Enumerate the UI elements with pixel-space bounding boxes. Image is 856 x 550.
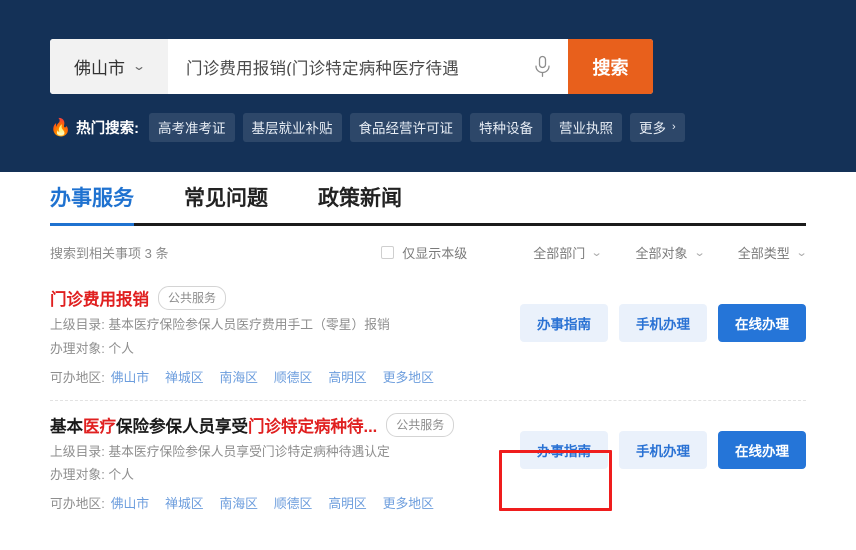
tab-banshi-fuwu[interactable]: 办事服务 xyxy=(50,182,134,226)
site-header: 佛山市 ⌄ 搜索 🔥 热门搜索: 高考准考证 基层就业补贴 食品经营许可证 特种… xyxy=(0,0,856,172)
mobile-handle-button[interactable]: 手机办理 xyxy=(619,304,707,342)
result-target-value: 个人 xyxy=(108,340,134,356)
checkbox-icon[interactable] xyxy=(381,245,395,259)
filter-type-dropdown[interactable]: 全部类型 ⌄ xyxy=(737,243,808,262)
hot-search-more-label: 更多 xyxy=(639,121,667,136)
hot-tag-2[interactable]: 食品经营许可证 xyxy=(349,113,463,142)
result-target-value: 个人 xyxy=(108,467,134,483)
chevron-right-icon: › xyxy=(672,121,676,133)
search-input[interactable] xyxy=(186,57,516,76)
search-button[interactable]: 搜索 xyxy=(568,39,653,94)
result-title-row: 基本医疗保险参保人员享受门诊特定病种待... 公共服务 xyxy=(50,412,500,437)
result-actions: 办事指南 手机办理 在线办理 xyxy=(520,413,806,469)
result-regions-label: 可办地区: xyxy=(50,369,105,385)
result-parent-value: 基本医疗保险参保人员医疗费用手工（零星）报销 xyxy=(108,317,390,332)
region-link[interactable]: 禅城区 xyxy=(165,493,203,512)
result-regions-label: 可办地区: xyxy=(50,496,105,512)
region-link[interactable]: 南海区 xyxy=(220,367,258,386)
filter-object-dropdown[interactable]: 全部对象 ⌄ xyxy=(635,243,706,262)
status-badge: 公共服务 xyxy=(158,286,227,310)
only-current-level-label: 仅显示本级 xyxy=(402,245,468,261)
region-link-more[interactable]: 更多地区 xyxy=(383,367,434,386)
hot-tag-3[interactable]: 特种设备 xyxy=(470,113,543,142)
result-title-segment: 门诊费用报销 xyxy=(50,291,149,309)
result-target-audience: 办理对象: 个人 xyxy=(50,340,500,356)
result-count: 搜索到相关事项 3 条 xyxy=(50,245,169,261)
result-target-audience: 办理对象: 个人 xyxy=(50,467,500,483)
result-title-row: 门诊费用报销 公共服务 xyxy=(50,286,500,310)
result-info: 门诊费用报销 公共服务 上级目录: 基本医疗保险参保人员医疗费用手工（零星）报销… xyxy=(50,286,500,386)
result-card: 基本医疗保险参保人员享受门诊特定病种待... 公共服务 上级目录: 基本医疗保险… xyxy=(50,399,806,527)
result-parent-label: 上级目录: xyxy=(50,317,105,332)
result-parent-label: 上级目录: xyxy=(50,443,105,459)
result-target-label: 办理对象: xyxy=(50,340,105,356)
chevron-down-icon: ⌄ xyxy=(131,58,147,73)
result-parent-directory: 上级目录: 基本医疗保险参保人员享受门诊特定病种待遇认定 xyxy=(50,443,500,459)
result-card: 门诊费用报销 公共服务 上级目录: 基本医疗保险参保人员医疗费用手工（零星）报销… xyxy=(50,274,806,400)
online-handle-button[interactable]: 在线办理 xyxy=(718,430,806,469)
region-link[interactable]: 顺德区 xyxy=(274,493,312,512)
filter-object-label: 全部对象 xyxy=(635,245,688,261)
hot-search-bar: 🔥 热门搜索: 高考准考证 基层就业补贴 食品经营许可证 特种设备 营业执照 更… xyxy=(50,113,693,142)
region-link[interactable]: 高明区 xyxy=(328,367,366,386)
result-title-segment: 门诊特定病种待... xyxy=(248,417,378,436)
result-title-segment: 医疗 xyxy=(83,417,116,436)
region-link[interactable]: 禅城区 xyxy=(165,367,203,386)
guide-button[interactable]: 办事指南 xyxy=(520,304,608,342)
status-badge: 公共服务 xyxy=(386,412,455,437)
result-parent-value: 基本医疗保险参保人员享受门诊特定病种待遇认定 xyxy=(108,443,390,459)
mobile-handle-button[interactable]: 手机办理 xyxy=(619,430,707,469)
hot-search-label: 热门搜索: xyxy=(76,121,140,137)
search-input-container xyxy=(168,39,516,94)
hot-search-more-button[interactable]: 更多 › xyxy=(630,113,685,142)
main-content: 办事服务 常见问题 政策新闻 搜索到相关事项 3 条 仅显示本级 全部部门 ⌄ … xyxy=(0,172,856,527)
result-title-segment: 基本 xyxy=(50,417,83,436)
chevron-down-icon: ⌄ xyxy=(693,246,706,259)
tab-bar: 办事服务 常见问题 政策新闻 xyxy=(50,172,806,226)
chevron-down-icon: ⌄ xyxy=(590,246,603,259)
result-info: 基本医疗保险参保人员享受门诊特定病种待... 公共服务 上级目录: 基本医疗保险… xyxy=(50,412,500,513)
online-handle-button[interactable]: 在线办理 xyxy=(718,304,806,342)
tab-zhengce-xinwen[interactable]: 政策新闻 xyxy=(318,182,402,223)
only-current-level-checkbox[interactable]: 仅显示本级 xyxy=(381,243,467,262)
region-link[interactable]: 佛山市 xyxy=(111,493,149,512)
hot-tag-0[interactable]: 高考准考证 xyxy=(149,113,235,142)
filter-department-label: 全部部门 xyxy=(533,245,586,261)
guide-button[interactable]: 办事指南 xyxy=(520,430,608,469)
hot-tag-4[interactable]: 营业执照 xyxy=(550,113,623,142)
city-selector-label: 佛山市 xyxy=(73,59,125,78)
result-parent-directory: 上级目录: 基本医疗保险参保人员医疗费用手工（零星）报销 xyxy=(50,317,500,332)
filter-type-label: 全部类型 xyxy=(737,245,790,261)
tab-changjian-wenti[interactable]: 常见问题 xyxy=(184,182,268,223)
result-target-label: 办理对象: xyxy=(50,467,105,483)
filter-department-dropdown[interactable]: 全部部门 ⌄ xyxy=(533,243,603,262)
result-regions: 可办地区: 佛山市 禅城区 南海区 顺德区 高明区 更多地区 xyxy=(50,493,500,512)
region-link[interactable]: 高明区 xyxy=(328,493,366,512)
region-link[interactable]: 顺德区 xyxy=(274,367,312,386)
result-title-segment: 保险参保人员享受 xyxy=(116,417,248,436)
flame-icon: 🔥 xyxy=(50,118,72,137)
city-selector[interactable]: 佛山市 ⌄ xyxy=(50,39,168,94)
region-link[interactable]: 佛山市 xyxy=(111,367,149,386)
microphone-icon[interactable] xyxy=(516,39,568,94)
chevron-down-icon: ⌄ xyxy=(795,246,808,259)
result-title[interactable]: 基本医疗保险参保人员享受门诊特定病种待... xyxy=(50,413,377,437)
result-actions: 办事指南 手机办理 在线办理 xyxy=(520,286,806,342)
hot-tag-1[interactable]: 基层就业补贴 xyxy=(242,113,342,142)
search-bar: 佛山市 ⌄ 搜索 xyxy=(50,39,653,94)
filter-bar: 搜索到相关事项 3 条 仅显示本级 全部部门 ⌄ 全部对象 ⌄ 全部类型 ⌄ xyxy=(50,230,808,274)
region-link[interactable]: 南海区 xyxy=(220,493,258,512)
region-link-more[interactable]: 更多地区 xyxy=(383,493,434,512)
result-title[interactable]: 门诊费用报销 xyxy=(50,286,149,310)
result-regions: 可办地区: 佛山市 禅城区 南海区 顺德区 高明区 更多地区 xyxy=(50,367,500,386)
